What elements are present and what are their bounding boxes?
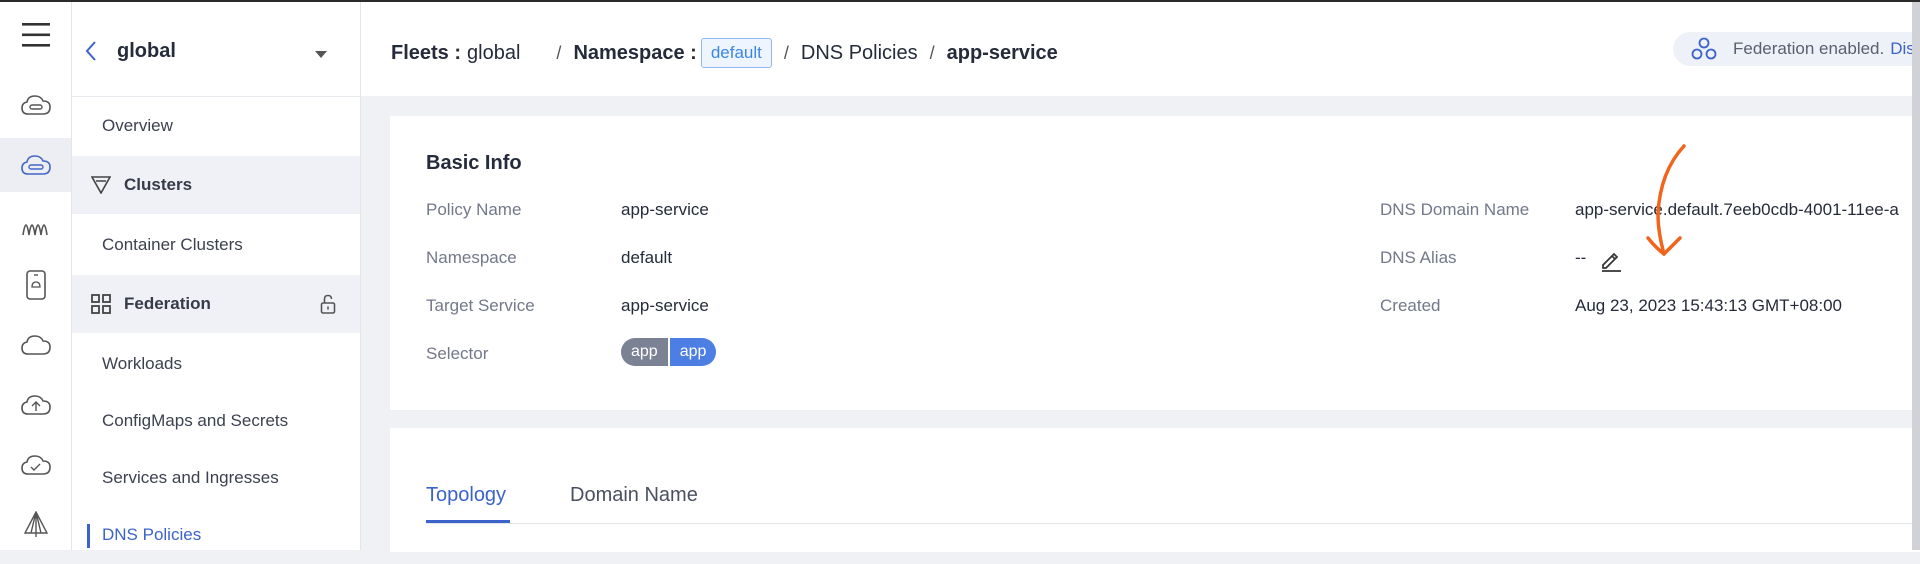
tab-divider — [426, 523, 1920, 524]
breadcrumb-fleets-value[interactable]: global — [467, 42, 520, 65]
nav-item-label: Workloads — [102, 354, 182, 373]
dns-alias-value: -- — [1575, 248, 1587, 267]
waves-icon[interactable] — [0, 198, 71, 252]
target-service-label: Target Service — [426, 296, 535, 315]
nav-item-label: ConfigMaps and Secrets — [102, 411, 289, 430]
cloud-fleet-icon[interactable] — [0, 138, 71, 192]
breadcrumb-current: app-service — [946, 41, 1058, 64]
funnel-icon — [90, 174, 112, 196]
cloud-outline-icon[interactable] — [0, 318, 71, 372]
dns-domain-label: DNS Domain Name — [1380, 200, 1530, 219]
nav-item-overview[interactable]: Overview — [72, 97, 360, 155]
nav-item-workloads[interactable]: Workloads — [72, 335, 360, 393]
nav-group-clusters[interactable]: Clusters — [72, 156, 360, 214]
nav-item-configmaps[interactable]: ConfigMaps and Secrets — [72, 392, 360, 450]
policy-name-label: Policy Name — [426, 200, 522, 219]
nav-item-services[interactable]: Services and Ingresses — [72, 449, 360, 507]
policy-name-value: app-service — [621, 200, 709, 219]
cloud-check-icon[interactable] — [0, 438, 71, 492]
created-label: Created — [1380, 296, 1441, 315]
breadcrumb-dns-policies[interactable]: DNS Policies — [801, 42, 918, 65]
scrollbar[interactable] — [1912, 2, 1920, 550]
nav-item-dns-policies[interactable]: DNS Policies — [72, 506, 360, 564]
nav-item-label: DNS Policies — [102, 525, 202, 544]
tab-domain-name[interactable]: Domain Name — [570, 484, 698, 507]
created-value: Aug 23, 2023 15:43:13 GMT+08:00 — [1575, 296, 1843, 315]
nav-item-container-clusters[interactable]: Container Clusters — [72, 216, 360, 274]
federation-banner-text: Federation enabled. — [1733, 39, 1885, 58]
menu-icon[interactable] — [0, 8, 71, 62]
breadcrumb-namespace-label: Namespace : — [573, 41, 697, 64]
nav-item-label: Container Clusters — [102, 235, 243, 254]
federation-icon — [1691, 37, 1717, 61]
namespace-label: Namespace — [426, 248, 517, 267]
cloud-upload-icon[interactable] — [0, 378, 71, 432]
unlock-icon[interactable] — [320, 294, 336, 319]
dns-alias-label: DNS Alias — [1380, 248, 1457, 267]
active-tab-indicator — [426, 520, 510, 523]
dns-domain-value: app-service.default.7eeb0cdb-4001-11ee-a — [1575, 200, 1899, 219]
namespace-value: default — [621, 248, 673, 267]
nav-group-federation[interactable]: Federation — [72, 275, 360, 333]
breadcrumb: Fleets : global / Namespace : default / … — [391, 38, 1058, 68]
top-bar: Fleets : global / Namespace : default / … — [361, 2, 1920, 96]
tabs-card: Topology Domain Name — [390, 428, 1920, 552]
device-icon[interactable] — [0, 258, 71, 312]
nav-item-label: Services and Ingresses — [102, 468, 279, 487]
selector-label: Selector — [426, 344, 489, 363]
nav-item-label: Overview — [102, 116, 173, 135]
grid-icon — [90, 293, 112, 315]
edit-icon[interactable] — [1599, 248, 1623, 277]
breadcrumb-separator: / — [556, 42, 562, 63]
secondary-nav: global Overview Clusters Container Clust… — [72, 2, 361, 550]
federation-banner: Federation enabled. Dis — [1673, 32, 1920, 66]
nav-group-label: Clusters — [124, 175, 193, 194]
sail-icon[interactable] — [0, 498, 71, 552]
fleet-name: global — [117, 40, 176, 62]
selector-value: app — [669, 338, 717, 366]
basic-info-card: Basic Info Policy Name app-service Names… — [390, 116, 1920, 410]
tab-topology[interactable]: Topology — [426, 484, 506, 507]
breadcrumb-fleets-label: Fleets : — [391, 41, 462, 64]
cloud-icon[interactable] — [0, 78, 71, 132]
icon-rail — [0, 2, 72, 550]
namespace-tag[interactable]: default — [700, 38, 772, 68]
selector-tag: app app — [621, 338, 717, 366]
section-title: Basic Info — [426, 152, 522, 174]
nav-header: global — [72, 2, 360, 97]
breadcrumb-separator: / — [929, 42, 935, 63]
back-chevron-icon[interactable] — [84, 40, 98, 67]
target-service-value: app-service — [621, 296, 709, 315]
nav-group-label: Federation — [124, 294, 211, 313]
breadcrumb-separator: / — [783, 42, 789, 63]
selector-key: app — [621, 338, 668, 366]
caret-down-icon[interactable] — [314, 46, 328, 64]
